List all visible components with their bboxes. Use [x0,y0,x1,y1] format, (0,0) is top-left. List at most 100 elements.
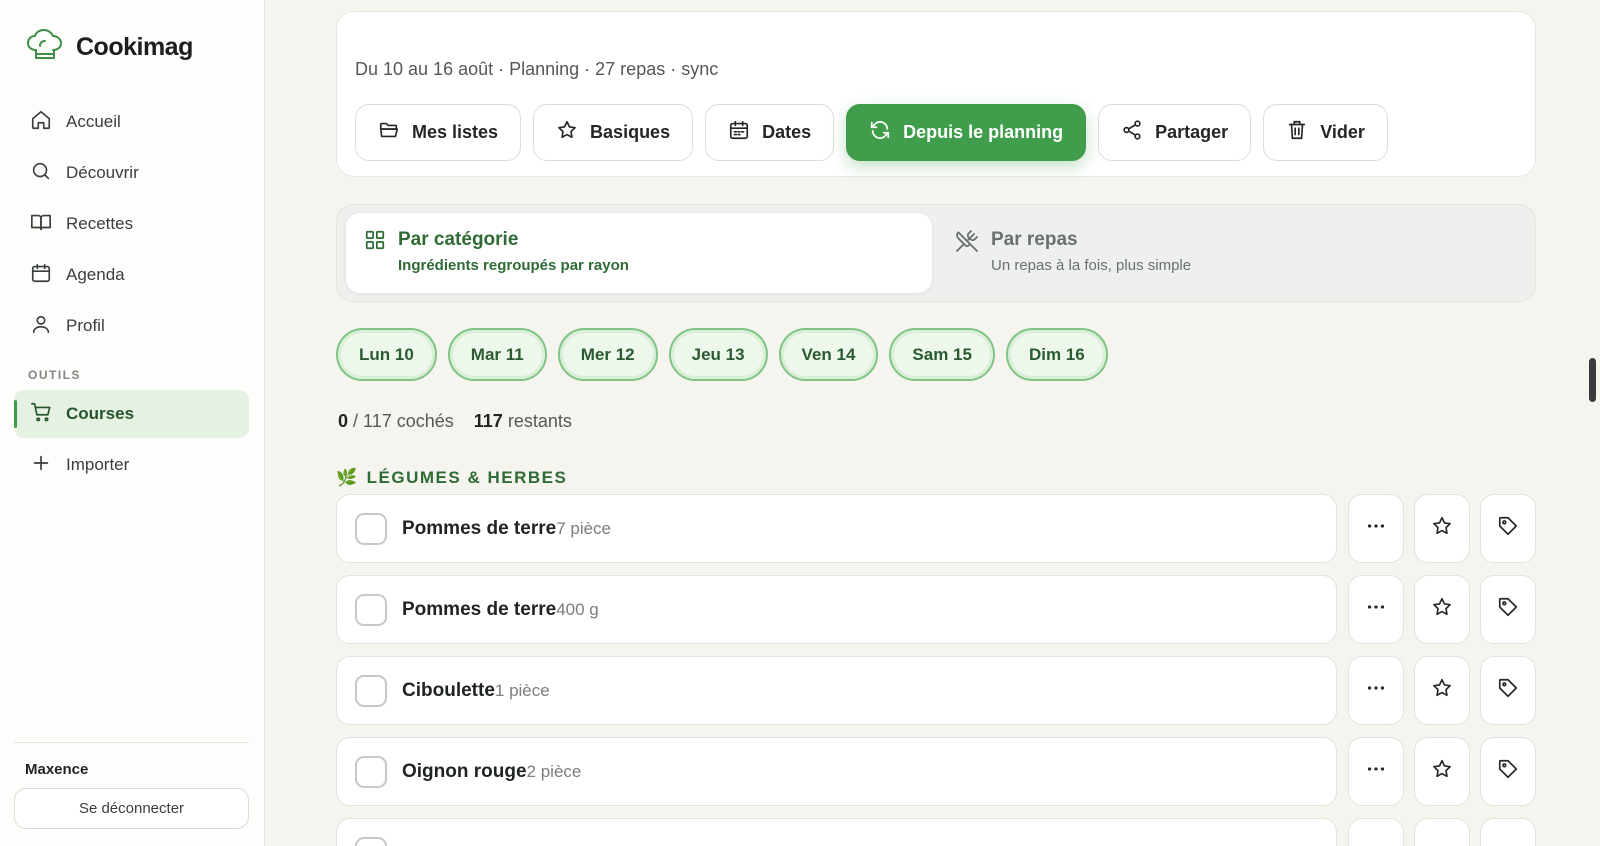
from-planning-label: Depuis le planning [903,122,1064,142]
view-mode-toggle: Par catégorie Ingrédients regroupés par … [336,204,1536,302]
mode-by-meal[interactable]: Par repas Un repas à la fois, plus simpl… [937,213,1517,293]
star-icon [556,119,578,146]
item-quantity: 400 g [556,599,599,619]
sidebar-footer: Maxence Se déconnecter [14,742,249,829]
day-chip-ven[interactable]: Ven 14 [778,328,879,381]
mode-title: Par catégorie [398,229,519,250]
mode-title: Par repas [991,229,1078,250]
tag-icon [1497,515,1519,542]
home-icon [30,109,52,136]
more-options-button[interactable] [1348,656,1404,725]
brand-name: Cookimag [76,33,193,61]
sidebar-nav: Accueil Découvrir Recettes Agenda Profil… [14,98,249,492]
progress-counts: 0 / 117 cochés 117 restants [338,411,572,432]
sidebar-item-importer[interactable]: Importer [14,441,249,489]
item-card[interactable] [336,818,1337,846]
tag-button[interactable] [1480,575,1536,644]
sidebar-item-recettes[interactable]: Recettes [14,200,249,248]
share-icon [1121,119,1143,146]
item-name: Ciboulette [402,679,495,701]
tag-button[interactable] [1480,494,1536,563]
day-chip-mer[interactable]: Mer 12 [557,328,658,381]
day-chip-jeu[interactable]: Jeu 13 [668,328,768,381]
sidebar-item-agenda[interactable]: Agenda [14,251,249,299]
category-title: LÉGUMES & HERBES [366,468,568,487]
sidebar-item-label: Importer [66,455,130,474]
sidebar-item-accueil[interactable]: Accueil [14,98,249,146]
day-chip-sam[interactable]: Sam 15 [889,328,995,381]
more-options-button[interactable] [1348,575,1404,644]
mode-subtitle: Un repas à la fois, plus simple [991,257,1192,274]
more-options-button[interactable] [1348,818,1404,846]
item-quantity: 7 pièce [556,518,612,538]
trash-icon [1286,119,1308,146]
user-icon [30,313,52,340]
cart-icon [30,401,52,428]
mode-by-category[interactable]: Par catégorie Ingrédients regroupés par … [346,213,932,293]
sidebar-item-decouvrir[interactable]: Découvrir [14,149,249,197]
item-checkbox[interactable] [355,755,387,788]
brand[interactable]: Cookimag [26,28,193,67]
search-icon [30,160,52,187]
more-options-button[interactable] [1348,737,1404,806]
tag-button[interactable] [1480,656,1536,725]
tag-button[interactable] [1480,737,1536,806]
grid-icon [364,229,386,277]
sidebar-item-profil[interactable]: Profil [14,302,249,350]
tag-button[interactable] [1480,818,1536,846]
more-icon [1365,758,1387,785]
item-card[interactable]: Ciboulette 1 pièce [336,656,1337,725]
sidebar-item-label: Agenda [66,265,125,284]
my-lists-button[interactable]: Mes listes [355,104,522,161]
share-label: Partager [1155,122,1229,142]
item-card[interactable]: Pommes de terre 7 pièce [336,494,1337,563]
favorite-button[interactable] [1414,575,1470,644]
tag-icon [1497,596,1519,623]
sidebar-item-courses[interactable]: Courses [14,390,249,438]
item-card[interactable]: Pommes de terre 400 g [336,575,1337,644]
herb-icon: 🌿 [336,468,359,487]
logout-button[interactable]: Se déconnecter [14,788,249,829]
share-button[interactable]: Partager [1098,104,1252,161]
utensils-crossed-icon [955,229,979,277]
dates-button[interactable]: Dates [705,104,835,161]
item-name: Pommes de terre [402,598,557,620]
calendar-icon [728,119,750,146]
item-checkbox[interactable] [355,512,387,545]
remaining-suffix: restants [507,411,572,431]
sidebar-item-label: Recettes [66,214,134,233]
item-card[interactable]: Oignon rouge 2 pièce [336,737,1337,806]
basics-button[interactable]: Basiques [533,104,694,161]
favorite-button[interactable] [1414,656,1470,725]
favorite-button[interactable] [1414,818,1470,846]
more-icon [1365,596,1387,623]
star-icon [1431,515,1453,542]
day-chip-dim[interactable]: Dim 16 [1005,328,1108,381]
list-item: Oignon rouge 2 pièce [336,737,1536,806]
star-icon [1431,758,1453,785]
more-icon [1365,677,1387,704]
sidebar-item-label: Découvrir [66,163,139,182]
book-icon [30,211,52,238]
clear-label: Vider [1320,122,1365,142]
day-chip-lun[interactable]: Lun 10 [336,328,437,381]
category-header: 🌿 LÉGUMES & HERBES [336,468,567,488]
user-name: Maxence [25,761,89,778]
item-checkbox[interactable] [355,674,387,707]
item-checkbox[interactable] [355,836,387,846]
more-options-button[interactable] [1348,494,1404,563]
item-checkbox[interactable] [355,593,387,626]
clear-button[interactable]: Vider [1263,104,1388,161]
sidebar-item-label: Accueil [66,112,121,131]
favorite-button[interactable] [1414,494,1470,563]
plus-icon [30,452,52,479]
favorite-button[interactable] [1414,737,1470,806]
from-planning-button[interactable]: Depuis le planning [846,104,1087,161]
list-item: Ciboulette 1 pièce [336,656,1536,725]
star-icon [1431,596,1453,623]
scrollbar-thumb[interactable] [1589,358,1596,402]
tag-icon [1497,758,1519,785]
day-chip-mar[interactable]: Mar 11 [447,328,547,381]
day-filter-chips: Lun 10 Mar 11 Mer 12 Jeu 13 Ven 14 Sam 1… [336,328,1108,381]
item-name: Pommes de terre [402,517,557,539]
